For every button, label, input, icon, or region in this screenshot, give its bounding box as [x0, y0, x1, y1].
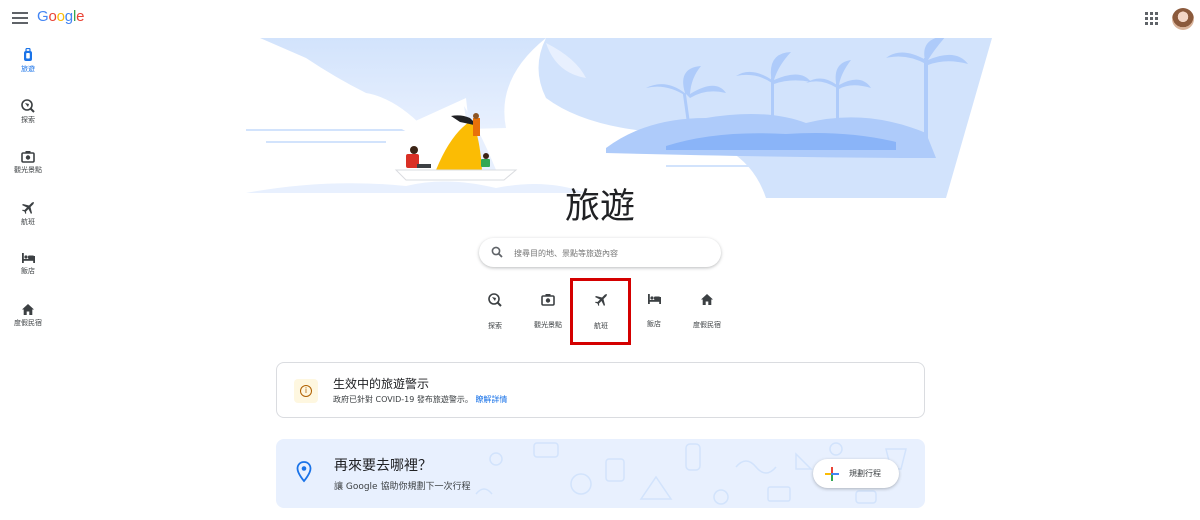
avatar[interactable]	[1172, 8, 1194, 30]
sidebar-item-flights[interactable]: 航班	[0, 197, 56, 237]
category-explore[interactable]: 探索	[470, 290, 520, 332]
top-app-bar: Google	[0, 0, 1200, 40]
learn-more-link[interactable]: 瞭解詳情	[475, 395, 507, 404]
logo-letter: o	[48, 8, 57, 25]
category-hotels[interactable]: 飯店	[629, 290, 679, 330]
hotel-icon	[21, 253, 35, 263]
sidebar-item-vacation-rentals[interactable]: 度假民宿	[0, 299, 56, 339]
home-icon	[22, 304, 34, 315]
sidebar-item-label: 旅遊	[21, 65, 35, 73]
category-label: 觀光景點	[534, 321, 562, 329]
hero-illustration	[246, 38, 992, 198]
luggage-icon	[24, 48, 32, 61]
category-label: 度假民宿	[693, 321, 721, 329]
plan-trip-button[interactable]: 規劃行程	[813, 459, 899, 488]
plan-trip-card: 再來要去哪裡？ 讓 Google 協助你規劃下一次行程 規劃行程	[276, 439, 925, 508]
sidebar-item-travel[interactable]: 旅遊	[0, 44, 56, 84]
sidebar-item-label: 觀光景點	[14, 166, 42, 174]
category-vacation-rentals[interactable]: 度假民宿	[682, 290, 732, 331]
category-label: 探索	[488, 322, 502, 330]
search-box[interactable]	[479, 238, 721, 267]
logo-letter: e	[76, 8, 85, 25]
alert-text-line: 政府已針對 COVID-19 發布旅遊警示。 瞭解詳情	[333, 394, 507, 405]
google-logo[interactable]: Google	[37, 8, 84, 25]
camera-icon	[541, 294, 555, 306]
flight-icon	[22, 202, 34, 214]
camera-icon	[21, 151, 35, 163]
alert-text: 政府已針對 COVID-19 發布旅遊警示。	[333, 395, 473, 404]
plan-trip-button-label: 規劃行程	[849, 469, 881, 478]
apps-grid-icon[interactable]	[1145, 12, 1159, 26]
home-icon	[701, 294, 713, 305]
page-title: 旅遊	[564, 187, 635, 227]
plan-title: 再來要去哪裡？	[334, 458, 432, 474]
sidebar-item-hotels[interactable]: 飯店	[0, 248, 56, 288]
sidebar-item-explore[interactable]: 探索	[0, 95, 56, 135]
explore-icon	[21, 99, 35, 113]
travel-alert-card: i 生效中的旅遊警示 政府已針對 COVID-19 發布旅遊警示。 瞭解詳情	[276, 362, 925, 418]
logo-letter: G	[37, 8, 49, 25]
plan-subtitle: 讓 Google 協助你規劃下一次行程	[334, 482, 471, 492]
explore-icon	[488, 293, 502, 307]
plus-icon	[825, 467, 839, 481]
category-attractions[interactable]: 觀光景點	[523, 290, 573, 331]
sidebar-item-attractions[interactable]: 觀光景點	[0, 146, 56, 186]
alert-title: 生效中的旅遊警示	[333, 377, 430, 391]
sidebar-item-label: 航班	[21, 218, 35, 226]
logo-letter: o	[56, 8, 65, 25]
info-icon: i	[294, 379, 318, 403]
search-icon	[491, 246, 503, 258]
hotel-icon	[647, 294, 661, 304]
category-label: 飯店	[647, 320, 661, 328]
hamburger-icon[interactable]	[12, 12, 28, 26]
location-pin-icon	[296, 461, 312, 483]
sidebar-item-label: 飯店	[21, 267, 35, 275]
sidebar-item-label: 度假民宿	[14, 319, 42, 327]
search-input[interactable]	[512, 244, 711, 262]
highlight-box	[570, 278, 631, 345]
sidebar-item-label: 探索	[21, 116, 35, 124]
logo-letter: g	[64, 8, 73, 25]
